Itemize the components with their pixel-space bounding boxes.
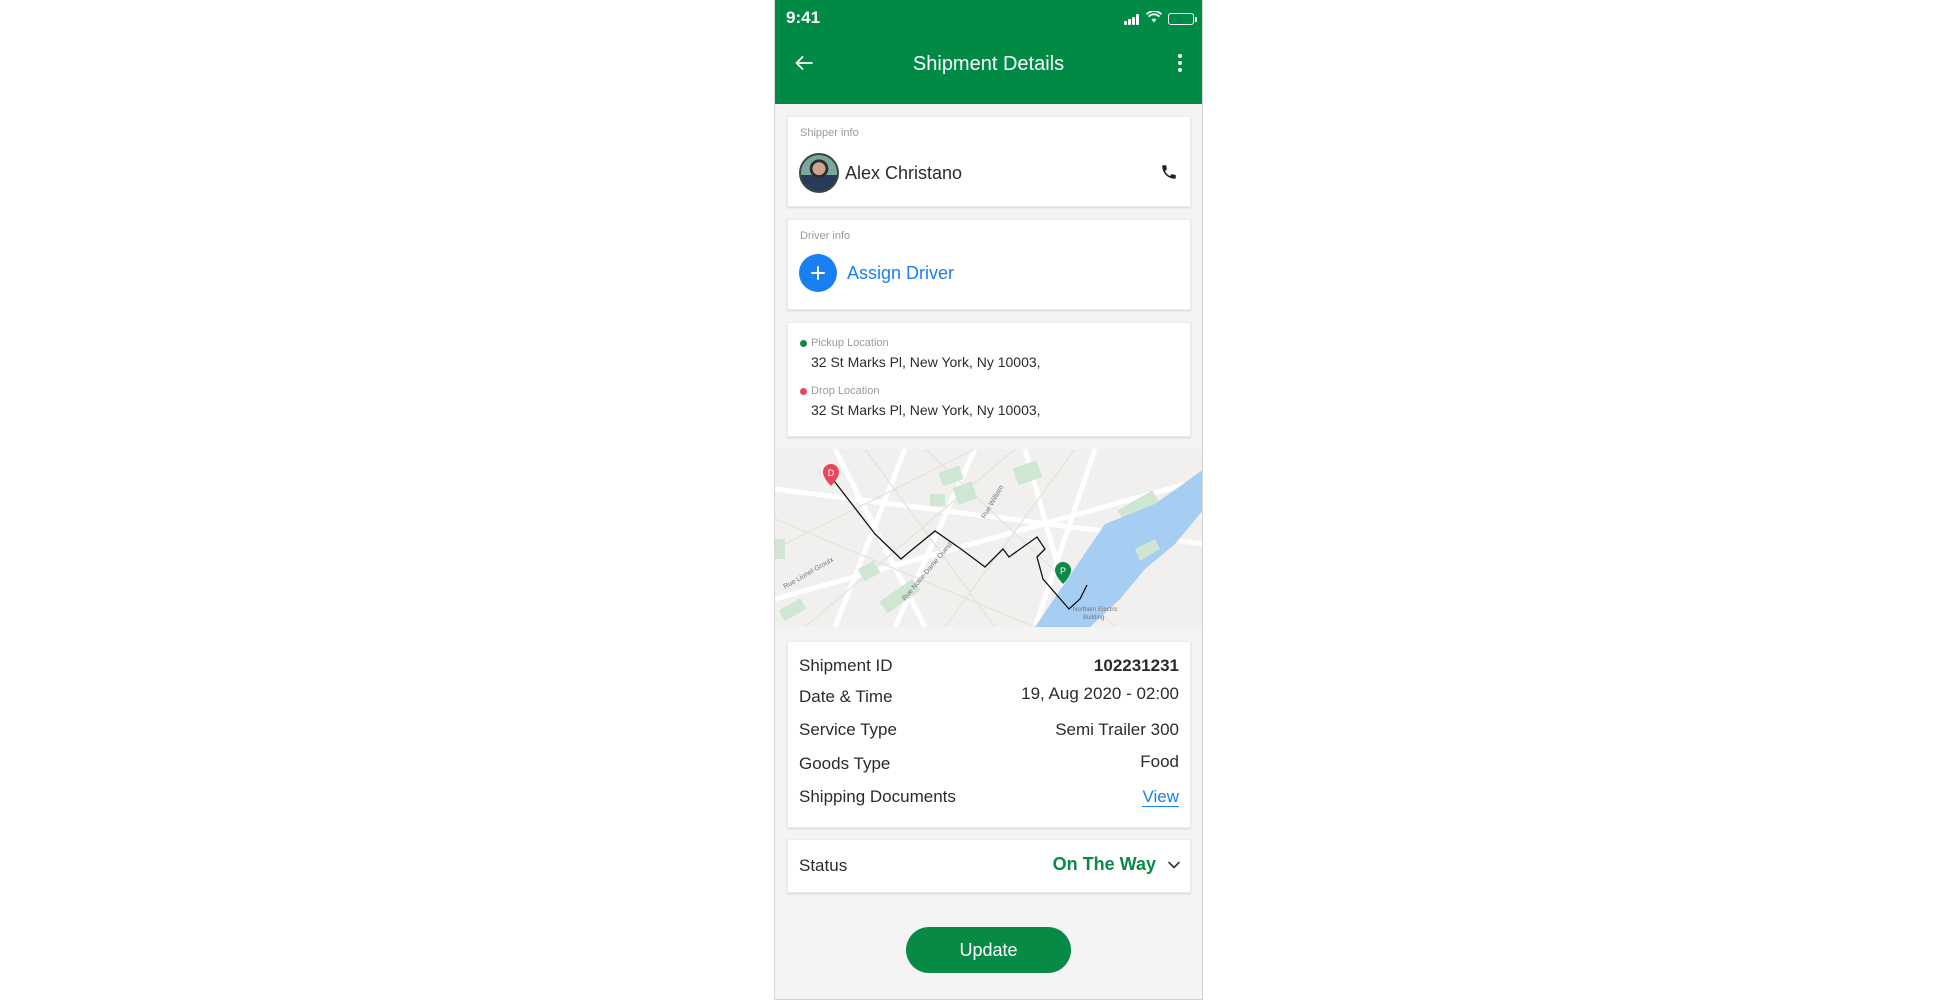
status-select[interactable]: On The Way [1053,854,1180,875]
status-bar-icons [1124,10,1197,28]
shipment-id-value: 102231231 [1093,656,1179,675]
more-options-button[interactable] [1170,50,1190,76]
battery-icon [1168,13,1197,25]
detail-row-shipping-documents: Shipping Documents View [799,783,1179,811]
shipment-details-card: Shipment ID 102231231 Date & Time 19, Au… [787,641,1191,828]
assign-driver-button[interactable]: Assign Driver [799,254,954,292]
drop-address: 32 St Marks Pl, New York, Ny 10003, [811,402,1041,418]
shipper-info-caption: Shipper info [800,127,859,139]
view-documents-link[interactable]: View [1142,787,1179,807]
status-label: Status [799,856,848,875]
locations-card: Pickup Location 32 St Marks Pl, New York… [787,322,1191,437]
phone-screen: 9:41 Shipment Details Shipper info Alex … [774,0,1203,1000]
detail-row-shipment-id: Shipment ID 102231231 [799,652,1179,680]
signal-icon [1124,13,1140,25]
detail-row-date-time: Date & Time 19, Aug 2020 - 02:00 [799,683,1179,711]
status-value: On The Way [1052,854,1156,874]
drop-dot-icon [800,387,807,395]
pickup-location-label: Pickup Location [811,337,889,349]
status-bar-time: 9:41 [786,8,821,27]
goods-type-value: Food [1140,752,1179,771]
route-map[interactable]: Rue Notre-Dame Ouest Rue William Rue Lio… [775,449,1202,627]
svg-text:P: P [1060,566,1066,576]
detail-key: Service Type [799,720,897,739]
more-vertical-icon [1178,54,1182,58]
map-label-building: Northern Electric [1073,607,1118,613]
assign-driver-label: Assign Driver [847,262,955,283]
detail-key: Shipping Documents [799,787,956,806]
shipper-info-card: Shipper info Alex Christano [787,116,1191,207]
drop-location-caption: Drop Location [800,385,880,397]
driver-info-caption: Driver info [800,230,851,242]
svg-text:D: D [828,468,835,478]
map-canvas: Rue Notre-Dame Ouest Rue William Rue Lio… [775,449,1202,627]
wifi-icon [1145,10,1163,28]
app-header: 9:41 Shipment Details [775,0,1202,104]
map-label-building2: Building [1083,615,1104,621]
status-dropdown[interactable]: Status On The Way [787,839,1191,893]
phone-icon [1162,165,1176,179]
driver-info-card: Driver info Assign Driver [787,219,1191,310]
pickup-location-caption: Pickup Location [800,337,889,349]
drop-location-label: Drop Location [811,385,880,397]
page-title: Shipment Details [912,53,1065,75]
pickup-address: 32 St Marks Pl, New York, Ny 10003, [811,354,1041,370]
detail-row-service-type: Service Type Semi Trailer 300 [799,716,1179,744]
date-time-value: 19, Aug 2020 - 02:00 [1021,684,1179,703]
call-shipper-button[interactable] [1160,163,1180,183]
shipper-avatar [799,153,839,193]
shipper-name: Alex Christano [845,163,963,183]
plus-icon [799,254,837,292]
chevron-down-icon [1168,861,1180,868]
detail-key: Date & Time [799,687,893,706]
detail-key: Shipment ID [799,656,893,675]
update-button[interactable]: Update [906,927,1071,973]
detail-row-goods-type: Goods Type Food [799,750,1179,778]
service-type-value: Semi Trailer 300 [1055,720,1179,739]
detail-key: Goods Type [799,754,891,773]
pickup-dot-icon [800,339,807,347]
